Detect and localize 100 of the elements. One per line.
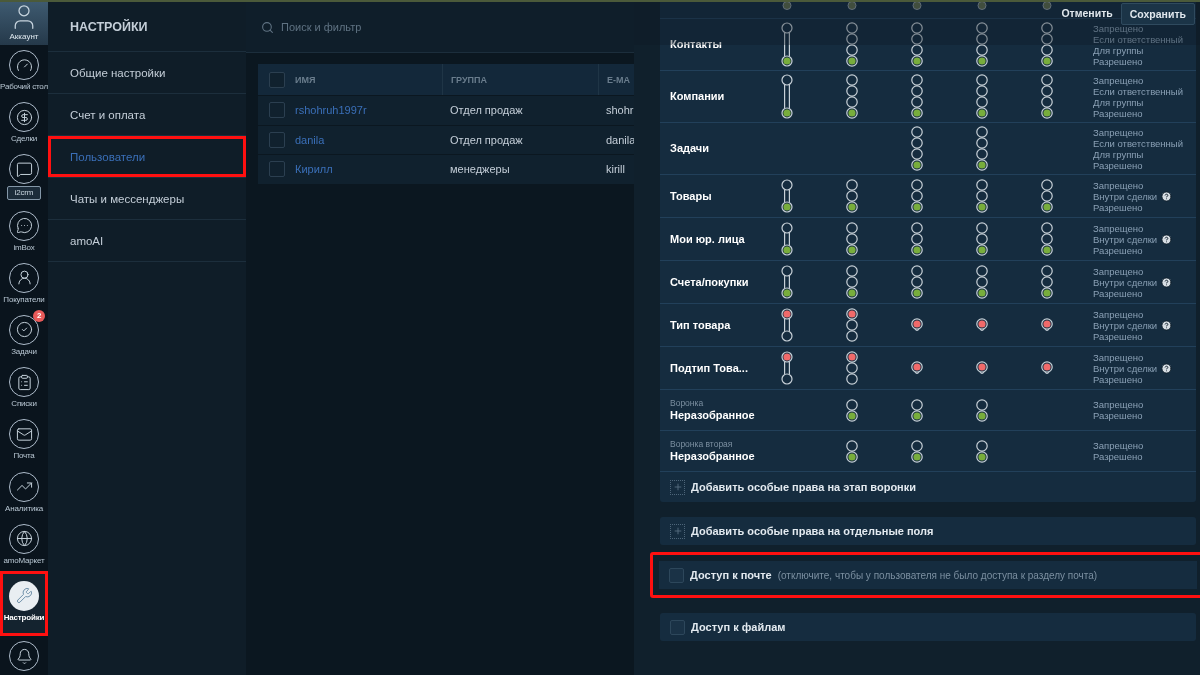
permission-slider[interactable] bbox=[779, 351, 794, 385]
cancel-button[interactable]: Отменить bbox=[1061, 3, 1113, 23]
help-icon[interactable] bbox=[1161, 362, 1173, 374]
permission-slider[interactable] bbox=[909, 74, 924, 119]
permission-slider[interactable] bbox=[1040, 2, 1053, 11]
option-text: Для группы bbox=[1093, 148, 1144, 160]
save-button[interactable]: Сохранить bbox=[1120, 3, 1195, 25]
permission-slider[interactable] bbox=[974, 360, 989, 376]
checkbox[interactable] bbox=[669, 567, 684, 583]
permission-slider[interactable] bbox=[1039, 179, 1054, 213]
permission-slider[interactable] bbox=[909, 22, 924, 67]
option-text: Для группы bbox=[1093, 44, 1144, 56]
help-icon[interactable] bbox=[1161, 233, 1173, 245]
option-text: Для группы bbox=[1093, 96, 1144, 108]
nav-item[interactable]: 2 Задачи bbox=[0, 309, 48, 363]
row-label: Неразобранное bbox=[670, 409, 755, 422]
row-label: Счета/покупки bbox=[670, 275, 749, 289]
option-text: Внутри сделки bbox=[1093, 233, 1158, 245]
search-field[interactable]: Поиск и фильтр bbox=[279, 20, 479, 34]
option-text: Запрещено bbox=[1093, 179, 1144, 191]
nav-item[interactable]: Аналитика bbox=[0, 466, 48, 519]
table-cell-text: Отдел продаж bbox=[449, 104, 524, 117]
checkbox[interactable] bbox=[269, 131, 285, 148]
permission-slider[interactable] bbox=[844, 22, 859, 67]
permission-slider[interactable] bbox=[909, 439, 924, 463]
permission-slider[interactable] bbox=[1039, 265, 1054, 299]
checkbox[interactable] bbox=[269, 102, 285, 119]
permission-slider[interactable] bbox=[909, 126, 924, 171]
permission-slider[interactable] bbox=[1039, 22, 1054, 67]
permission-slider[interactable] bbox=[1039, 222, 1054, 256]
nav-item[interactable]: Списки bbox=[0, 362, 48, 415]
option-text: Внутри сделки bbox=[1093, 362, 1158, 374]
table-cell-text: kirill bbox=[605, 163, 626, 176]
permission-slider[interactable] bbox=[844, 398, 859, 422]
option-text: Разрешено bbox=[1093, 244, 1143, 256]
option-text: Разрешено bbox=[1093, 410, 1143, 421]
nav-item[interactable]: imBox bbox=[0, 205, 48, 258]
permission-slider[interactable] bbox=[844, 74, 859, 119]
permission-slider[interactable] bbox=[974, 439, 989, 463]
row-label: Мои юр. лица bbox=[670, 232, 745, 246]
permission-slider[interactable] bbox=[974, 22, 989, 67]
permission-slider[interactable] bbox=[974, 317, 989, 333]
permission-slider[interactable] bbox=[974, 222, 989, 256]
nav-item[interactable]: Покупатели bbox=[0, 257, 48, 310]
column-header: ИМЯ bbox=[295, 74, 316, 85]
nav-item[interactable]: i2crm bbox=[0, 149, 48, 206]
permission-slider[interactable] bbox=[844, 222, 859, 256]
checkbox[interactable] bbox=[670, 619, 685, 635]
permission-slider[interactable] bbox=[974, 74, 989, 119]
permission-slider[interactable] bbox=[909, 265, 924, 299]
permission-slider[interactable] bbox=[779, 308, 794, 342]
option-text: Если ответственный bbox=[1093, 85, 1183, 97]
permission-slider[interactable] bbox=[910, 2, 923, 11]
permission-slider[interactable] bbox=[909, 398, 924, 422]
permission-slider[interactable] bbox=[909, 317, 924, 333]
bell-icon bbox=[15, 647, 33, 665]
permission-slider[interactable] bbox=[779, 74, 794, 119]
permission-slider[interactable] bbox=[975, 2, 988, 11]
permission-slider[interactable] bbox=[974, 398, 989, 422]
permission-slider[interactable] bbox=[909, 360, 924, 376]
permission-slider[interactable] bbox=[974, 179, 989, 213]
nav-item[interactable]: Настройки bbox=[0, 570, 48, 637]
permission-slider[interactable] bbox=[1039, 317, 1054, 333]
row-sublabel: Воронка bbox=[670, 398, 704, 408]
row-label: Компании bbox=[670, 90, 725, 103]
permission-slider[interactable] bbox=[974, 126, 989, 171]
permission-slider[interactable] bbox=[974, 265, 989, 299]
option-text: Внутри сделки bbox=[1093, 319, 1158, 331]
nav-item[interactable]: Сделки bbox=[0, 97, 48, 150]
help-icon[interactable] bbox=[1161, 276, 1173, 288]
nav-item[interactable]: amoМаркет bbox=[0, 518, 48, 571]
account-button[interactable]: Аккаунт bbox=[0, 2, 48, 45]
permission-slider[interactable] bbox=[1039, 360, 1054, 376]
option-text: Запрещено bbox=[1093, 22, 1144, 34]
permission-slider[interactable] bbox=[779, 265, 794, 299]
permission-slider[interactable] bbox=[844, 351, 859, 385]
permission-slider[interactable] bbox=[909, 222, 924, 256]
option-text: Запрещено bbox=[1093, 126, 1144, 138]
wrench-icon bbox=[15, 587, 33, 605]
help-icon[interactable] bbox=[1161, 190, 1173, 202]
permission-slider[interactable] bbox=[779, 222, 794, 256]
checkbox[interactable] bbox=[269, 161, 285, 178]
permission-slider[interactable] bbox=[909, 179, 924, 213]
permission-slider[interactable] bbox=[844, 308, 859, 342]
permission-slider[interactable] bbox=[780, 2, 793, 11]
option-text: Если ответственный bbox=[1093, 33, 1183, 45]
help-icon[interactable] bbox=[1161, 319, 1173, 331]
plus-icon bbox=[672, 482, 683, 492]
permission-slider[interactable] bbox=[779, 179, 794, 213]
permission-slider[interactable] bbox=[844, 439, 859, 463]
option-text: Разрешено bbox=[1093, 451, 1143, 462]
permission-slider[interactable] bbox=[845, 2, 858, 11]
table-cell-text: shohr bbox=[605, 104, 634, 117]
permission-slider[interactable] bbox=[844, 265, 859, 299]
permission-slider[interactable] bbox=[779, 22, 794, 67]
permission-slider[interactable] bbox=[1039, 74, 1054, 119]
permission-slider[interactable] bbox=[844, 179, 859, 213]
nav-item[interactable]: Почта bbox=[0, 414, 48, 467]
nav-item[interactable]: Рабочий стол bbox=[0, 45, 48, 98]
checkbox[interactable] bbox=[269, 71, 285, 88]
